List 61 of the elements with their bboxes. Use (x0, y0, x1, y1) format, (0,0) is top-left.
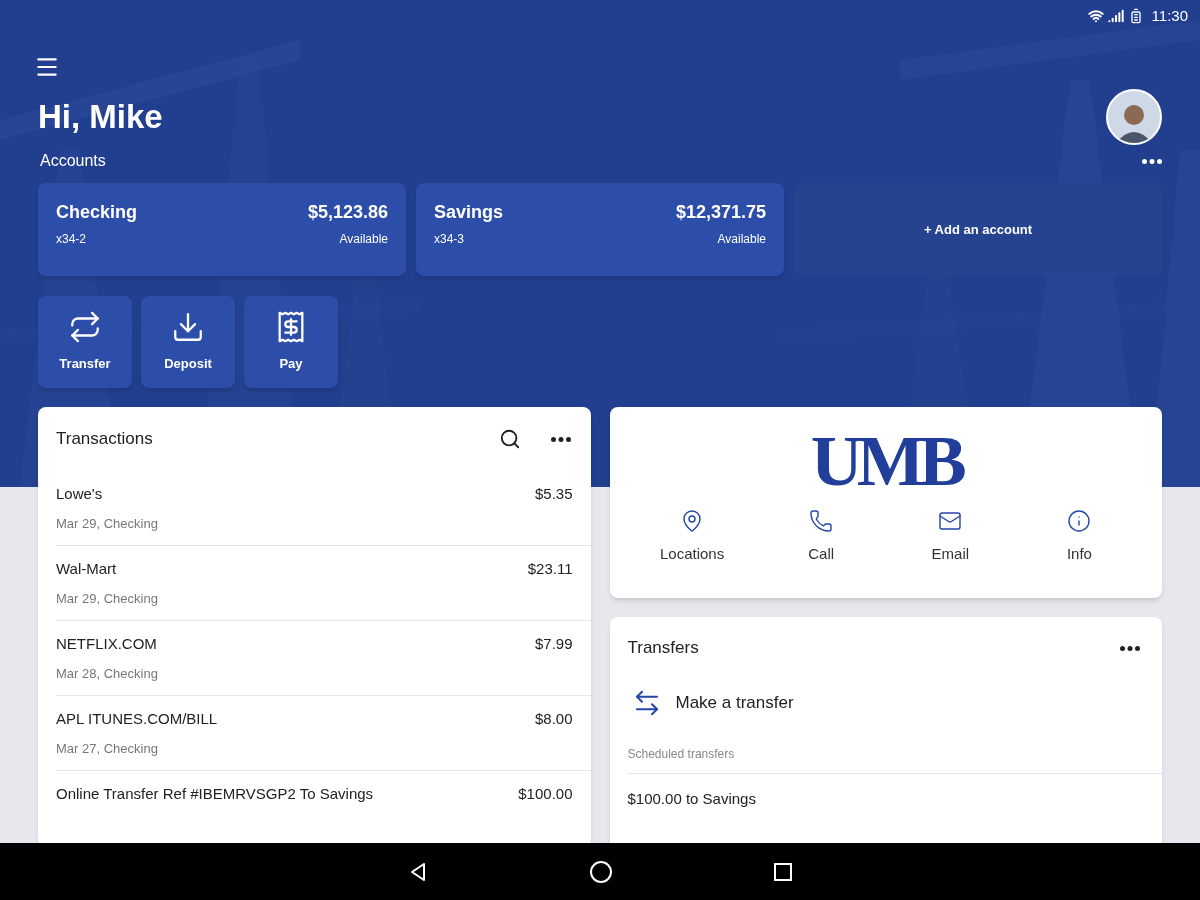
add-account-button[interactable]: + Add an account (794, 183, 1162, 276)
action-tile[interactable]: Deposit (141, 296, 235, 388)
amount: $100.00 (518, 784, 573, 804)
card-title: Transfers (627, 637, 699, 660)
contact-link[interactable]: Email (931, 509, 970, 566)
merchant-name: Lowe's (56, 484, 103, 504)
action-tile[interactable]: Pay (244, 296, 338, 388)
account-card[interactable]: Checking $5,123.86 x34-2 Available (38, 183, 406, 276)
scheduled-transfer[interactable]: $100.00 to Savings (627, 774, 1162, 811)
recents-button[interactable] (773, 861, 793, 882)
merchant-name: APL ITUNES.COM/BILL (56, 709, 218, 729)
clock-time: 11:30 (1151, 5, 1188, 26)
account-balance: $12,371.75 (675, 201, 766, 224)
merchant-name: NETFLIX.COM (56, 634, 157, 654)
signal-icon (1107, 8, 1124, 24)
more-button[interactable] (1142, 158, 1162, 164)
amount: $7.99 (534, 634, 573, 654)
transaction-detail: Mar 29, Checking (56, 514, 158, 533)
transaction-row[interactable]: NETFLIX.COM $7.99 Mar 28, Checking (56, 621, 591, 696)
transaction-detail: Mar 27, Checking (56, 739, 158, 758)
card-title: Transactions (56, 428, 153, 451)
more-icon (550, 436, 571, 442)
home-button[interactable] (589, 859, 613, 884)
transaction-detail: Mar 28, Checking (56, 664, 158, 683)
wifi-icon (1087, 8, 1104, 24)
balance-label: Available (717, 231, 766, 248)
search-icon (498, 428, 521, 450)
account-balance: $5,123.86 (307, 201, 388, 224)
section-label: Accounts (39, 151, 106, 171)
bank-logo: UMB (810, 425, 961, 497)
account-number: x34-2 (56, 231, 87, 248)
search-button[interactable] (498, 428, 521, 450)
contact-link[interactable]: Locations (659, 509, 725, 566)
info-icon (1067, 509, 1092, 533)
action-tile[interactable]: Transfer (38, 296, 132, 388)
transaction-row[interactable]: Wal-Mart $23.11 Mar 29, Checking (56, 546, 591, 621)
contact-link[interactable]: Call (808, 509, 835, 566)
merchant-name: Online Transfer Ref #IBEMRVSGP2 To Savings (56, 784, 374, 804)
arrows-icon (68, 310, 102, 345)
amount: $23.11 (527, 559, 573, 579)
more-icon (1120, 645, 1140, 651)
more-button[interactable] (1120, 645, 1140, 651)
account-card[interactable]: Savings $12,371.75 x34-3 Available (416, 183, 784, 276)
greeting: Hi, Mike (38, 97, 163, 138)
contact-link[interactable]: Info (1066, 509, 1092, 566)
amount: $8.00 (534, 709, 573, 729)
transaction-row[interactable]: Lowe's $5.35 Mar 29, Checking (56, 471, 591, 546)
scheduled-label: Scheduled transfers (627, 745, 1162, 774)
make-transfer-button[interactable]: Make a transfer (609, 679, 794, 727)
balance-label: Available (339, 231, 388, 248)
transaction-detail: Mar 29, Checking (56, 589, 158, 608)
merchant-name: Wal-Mart (56, 559, 117, 579)
transaction-row[interactable]: APL ITUNES.COM/BILL $8.00 Mar 27, Checking (56, 696, 591, 771)
account-name: Savings (434, 201, 504, 224)
envelope-icon (938, 509, 963, 533)
amount: $5.35 (534, 484, 573, 504)
phone-icon (809, 509, 834, 533)
account-number: x34-3 (434, 231, 465, 248)
account-name: Checking (56, 201, 138, 224)
more-icon (1142, 158, 1162, 164)
more-button[interactable] (550, 436, 571, 442)
